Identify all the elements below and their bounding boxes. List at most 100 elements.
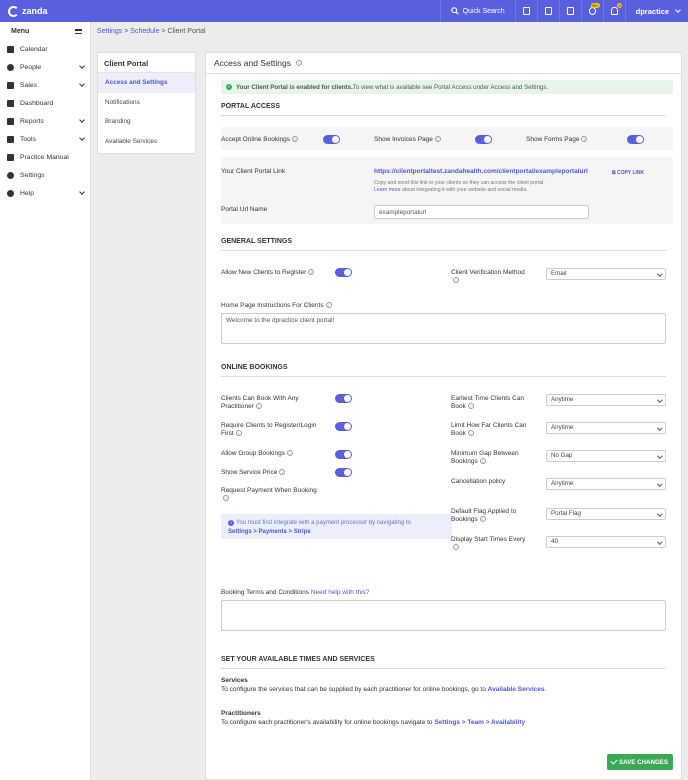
messages-button[interactable]: 99+: [580, 0, 603, 22]
info-icon[interactable]: i: [292, 136, 299, 143]
sidebar-item-people[interactable]: People: [0, 58, 90, 76]
portal-link[interactable]: https://clientportaltest.zandahealth.com…: [374, 168, 588, 176]
clipboard-button[interactable]: [536, 0, 559, 22]
top-bar: zanda Quick Search 99+ 9 dpractice: [0, 0, 688, 22]
subnav-item-branding[interactable]: Branding: [98, 112, 195, 132]
home-instructions-textarea[interactable]: Welcome to the dpractice client portal!: [221, 313, 666, 344]
breadcrumb-schedule[interactable]: Schedule: [130, 28, 159, 35]
info-icon[interactable]: i: [279, 469, 286, 476]
user-menu[interactable]: dpractice: [624, 0, 688, 22]
hamburger-icon[interactable]: [75, 28, 82, 34]
any-practitioner-toggle[interactable]: [335, 394, 352, 403]
info-icon[interactable]: i: [467, 403, 474, 410]
info-icon[interactable]: i: [308, 269, 315, 276]
info-icon[interactable]: i: [223, 495, 229, 502]
request-payment-label: Request Payment When Booking i: [221, 487, 317, 502]
manual-icon: [7, 153, 14, 161]
show-forms-toggle[interactable]: [627, 135, 644, 144]
tools-icon: [7, 135, 14, 143]
gear-icon: [7, 171, 14, 179]
save-changes-button[interactable]: SAVE CHANGES: [607, 754, 673, 770]
sales-icon: [7, 81, 14, 89]
allow-new-clients-toggle[interactable]: [335, 268, 352, 277]
info-icon[interactable]: i: [286, 450, 293, 457]
menu-header: Menu: [0, 22, 90, 40]
group-bookings-toggle[interactable]: [335, 450, 352, 459]
subnav-item-access-settings[interactable]: Access and Settings: [98, 73, 195, 93]
info-icon[interactable]: i: [581, 136, 588, 143]
people-icon: [7, 63, 14, 71]
accept-bookings-toggle[interactable]: [323, 135, 340, 144]
clipboard-icon: [544, 7, 552, 15]
services-text: To configure the services that can be su…: [221, 686, 547, 693]
terms-help-link[interactable]: Need help with this?: [311, 589, 370, 596]
notifications-button[interactable]: 9: [602, 0, 625, 22]
default-flag-select[interactable]: Portal Flag: [546, 508, 666, 520]
info-icon[interactable]: i: [434, 136, 441, 143]
learn-more-link[interactable]: Learn more: [374, 187, 401, 193]
times-services-heading: SET YOUR AVAILABLE TIMES AND SERVICES: [221, 656, 666, 669]
payment-hint: i You must first integrate with a payment…: [221, 514, 452, 539]
require-login-label: Require Clients to Register/Login First i: [221, 422, 317, 437]
subnav-item-notifications[interactable]: Notifications: [98, 93, 195, 113]
copy-link-button[interactable]: ⧉ COPY LINK: [612, 169, 644, 177]
notifications-badge: 9: [617, 3, 622, 8]
info-icon[interactable]: i: [325, 302, 332, 309]
verification-method-select[interactable]: Email: [546, 268, 666, 280]
quick-search-button[interactable]: Quick Search: [439, 0, 515, 22]
show-invoices-toggle[interactable]: [475, 135, 492, 144]
sidebar-item-settings[interactable]: Settings: [0, 166, 90, 184]
contacts-button[interactable]: [514, 0, 537, 22]
general-settings-heading: GENERAL SETTINGS: [221, 238, 666, 251]
available-services-link[interactable]: Available Services: [488, 686, 545, 693]
sidebar-item-reports[interactable]: Reports: [0, 112, 90, 130]
portal-link-label: Your Client Portal Link: [221, 168, 286, 175]
info-icon[interactable]: i: [255, 403, 262, 410]
info-icon[interactable]: i: [296, 60, 303, 66]
portal-enabled-alert: ✓ Your Client Portal is enabled for clien…: [221, 80, 673, 94]
info-icon[interactable]: i: [479, 458, 486, 465]
require-login-toggle[interactable]: [335, 422, 352, 431]
contact-card-icon: [522, 7, 530, 15]
payments-stripe-link[interactable]: Settings > Payments > Stripe: [228, 529, 311, 535]
subnav-item-available-services[interactable]: Available Services: [98, 132, 195, 152]
info-icon[interactable]: i: [453, 544, 459, 551]
earliest-time-select[interactable]: Anytime: [546, 394, 666, 406]
sidebar-item-help[interactable]: Help: [0, 184, 90, 202]
booking-terms-textarea[interactable]: [221, 600, 666, 631]
accept-bookings-label: Accept Online Bookings i: [221, 136, 299, 144]
info-circle-icon: i: [228, 520, 234, 526]
info-icon[interactable]: i: [235, 430, 242, 437]
team-availability-link[interactable]: Settings > Team > Availability: [434, 719, 525, 726]
minimum-gap-select[interactable]: No Gap: [546, 450, 666, 462]
cancellation-policy-label: Cancellation policy: [451, 478, 506, 485]
breadcrumb-settings[interactable]: Settings: [97, 28, 122, 35]
calculator-icon: [566, 7, 574, 15]
chevron-down-icon: [675, 7, 681, 13]
sidebar-item-dashboard[interactable]: Dashboard: [0, 94, 90, 112]
page-title: Access and Settings i: [214, 58, 303, 68]
help-icon: [7, 189, 14, 197]
limit-booking-select[interactable]: Anytime: [546, 422, 666, 434]
minimum-gap-label: Minimum Gap Between Bookings i: [451, 450, 519, 465]
copy-icon: ⧉: [612, 170, 616, 176]
booking-terms-label: Booking Terms and Conditions Need help w…: [221, 589, 370, 596]
info-icon[interactable]: i: [453, 277, 459, 284]
any-practitioner-label: Clients Can Book With Any Practitioner i: [221, 395, 299, 410]
check-circle-icon: ✓: [226, 84, 232, 90]
cancellation-policy-select[interactable]: Anytime: [546, 478, 666, 490]
sidebar-item-sales[interactable]: Sales: [0, 76, 90, 94]
service-price-toggle[interactable]: [335, 468, 352, 477]
info-icon[interactable]: i: [467, 430, 474, 437]
info-icon[interactable]: i: [479, 516, 486, 523]
zanda-logo[interactable]: zanda: [8, 5, 48, 17]
sidebar-item-calendar[interactable]: Calendar: [0, 40, 90, 58]
check-icon: [610, 757, 618, 765]
service-price-label: Show Service Price i: [221, 469, 286, 477]
sidebar-item-practice-manual[interactable]: Practice Manual: [0, 148, 90, 166]
start-times-select[interactable]: 40: [546, 536, 666, 548]
portal-access-heading: PORTAL ACCESS: [221, 103, 666, 116]
sidebar-item-tools[interactable]: Tools: [0, 130, 90, 148]
calculator-button[interactable]: [558, 0, 581, 22]
portal-url-input[interactable]: exampleportalurl: [374, 205, 589, 219]
